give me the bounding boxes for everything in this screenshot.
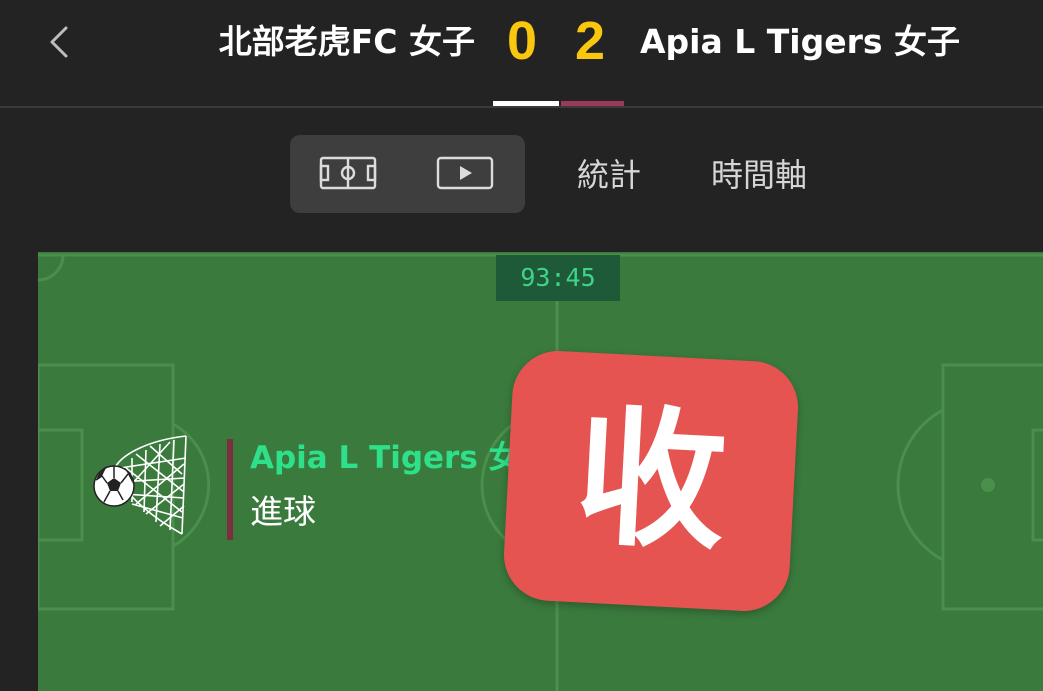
match-header: 北部老虎FC 女子 0 2 Apia L Tigers 女子 bbox=[0, 0, 1043, 106]
goal-event-icon-wrap bbox=[90, 434, 192, 538]
view-toggle bbox=[290, 135, 525, 213]
tab-stats[interactable]: 統計 bbox=[577, 154, 641, 196]
event-team-name: Apia L Tigers 女子 bbox=[250, 440, 551, 476]
home-team-name: 北部老虎FC 女子 bbox=[218, 22, 475, 61]
match-clock: 93:45 bbox=[496, 255, 620, 301]
away-score: 2 bbox=[575, 11, 606, 71]
event-type-label: 進球 bbox=[250, 492, 316, 531]
home-score: 0 bbox=[507, 11, 538, 71]
goal-net-icon bbox=[93, 435, 187, 535]
pitch-icon bbox=[319, 156, 377, 190]
overlay-badge-text: 收 bbox=[571, 390, 731, 572]
away-team-name: Apia L Tigers 女子 bbox=[640, 22, 960, 61]
pitch-view-button[interactable] bbox=[318, 153, 378, 193]
event-team-color-bar bbox=[227, 439, 233, 540]
tab-timeline[interactable]: 時間軸 bbox=[711, 154, 807, 196]
back-button[interactable] bbox=[38, 18, 82, 66]
view-tabs: 統計 時間軸 bbox=[0, 135, 1043, 215]
overlay-badge: 收 bbox=[501, 348, 801, 614]
video-view-button[interactable] bbox=[435, 153, 495, 193]
play-icon bbox=[436, 156, 494, 190]
header-divider bbox=[0, 106, 1043, 108]
chevron-left-icon bbox=[50, 26, 68, 58]
